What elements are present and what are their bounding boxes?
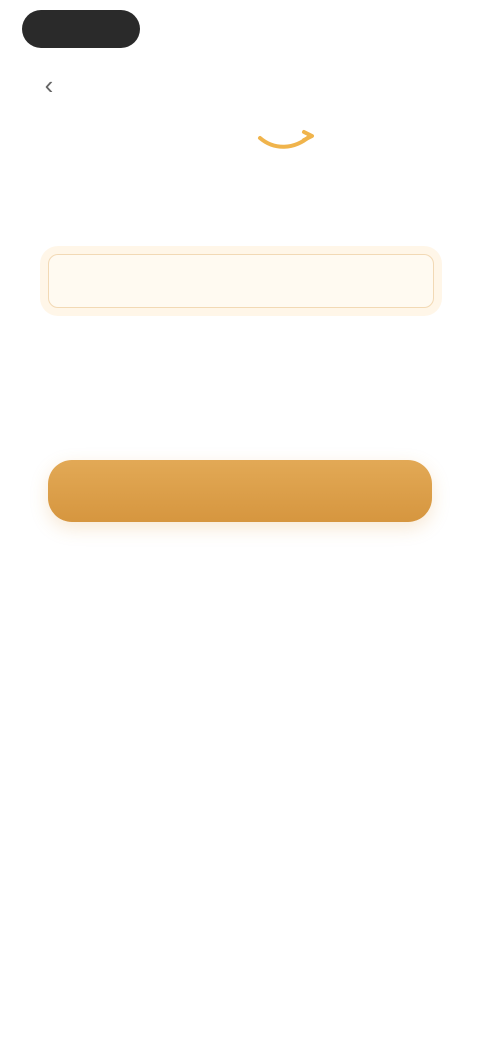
top-navigation-bar: ‹ (0, 60, 480, 110)
amazon-smile-icon (258, 130, 314, 149)
back-button[interactable]: ‹ (34, 70, 64, 100)
highlighted-input-field[interactable] (48, 254, 434, 308)
back-chevron-icon: ‹ (44, 69, 54, 100)
brand-logo (166, 112, 326, 188)
status-time-pill (22, 10, 140, 48)
top-right-link[interactable] (390, 72, 462, 100)
main-content (48, 220, 434, 308)
primary-action-button[interactable] (48, 460, 432, 522)
